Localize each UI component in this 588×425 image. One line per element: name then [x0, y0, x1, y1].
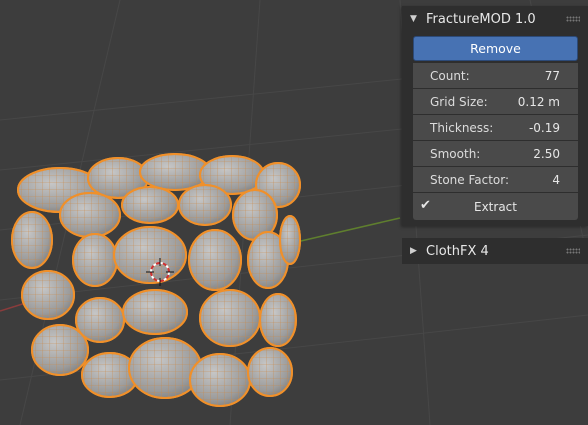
- field-value: 4: [552, 172, 560, 187]
- panel-title: FractureMOD 1.0: [426, 11, 536, 27]
- field-value: 0.12 m: [517, 94, 560, 109]
- expand-triangle-icon[interactable]: ▶: [410, 246, 426, 256]
- field-value: -0.19: [528, 120, 560, 135]
- drag-grip-icon[interactable]: [566, 248, 580, 254]
- fracturemod-panel-header[interactable]: ▼ FractureMOD 1.0: [402, 6, 588, 32]
- extract-checkbox[interactable]: ✔ Extract: [413, 193, 578, 220]
- clothfx-panel: ▶ ClothFX 4: [402, 238, 588, 264]
- thickness-field[interactable]: Thickness: -0.19: [413, 115, 578, 141]
- grid-size-field[interactable]: Grid Size: 0.12 m: [413, 89, 578, 115]
- field-label: Smooth:: [430, 146, 481, 161]
- field-label: Stone Factor:: [430, 172, 510, 187]
- stone-factor-field[interactable]: Stone Factor: 4: [413, 167, 578, 193]
- clothfx-panel-header[interactable]: ▶ ClothFX 4: [402, 238, 588, 264]
- count-field[interactable]: Count: 77: [413, 63, 578, 89]
- smooth-field[interactable]: Smooth: 2.50: [413, 141, 578, 167]
- field-label: Grid Size:: [430, 94, 488, 109]
- collapse-triangle-icon[interactable]: ▼: [410, 14, 426, 24]
- field-value: 77: [544, 68, 560, 83]
- remove-button[interactable]: Remove: [413, 36, 578, 61]
- panel-title: ClothFX 4: [426, 243, 489, 259]
- checkmark-icon: ✔: [420, 198, 431, 213]
- field-value: 2.50: [533, 146, 560, 161]
- extract-label: Extract: [474, 199, 517, 214]
- fracturemod-panel: ▼ FractureMOD 1.0 Remove Count: 77 Grid …: [402, 6, 588, 226]
- field-label: Count:: [430, 68, 470, 83]
- drag-grip-icon[interactable]: [566, 16, 580, 22]
- field-label: Thickness:: [430, 120, 494, 135]
